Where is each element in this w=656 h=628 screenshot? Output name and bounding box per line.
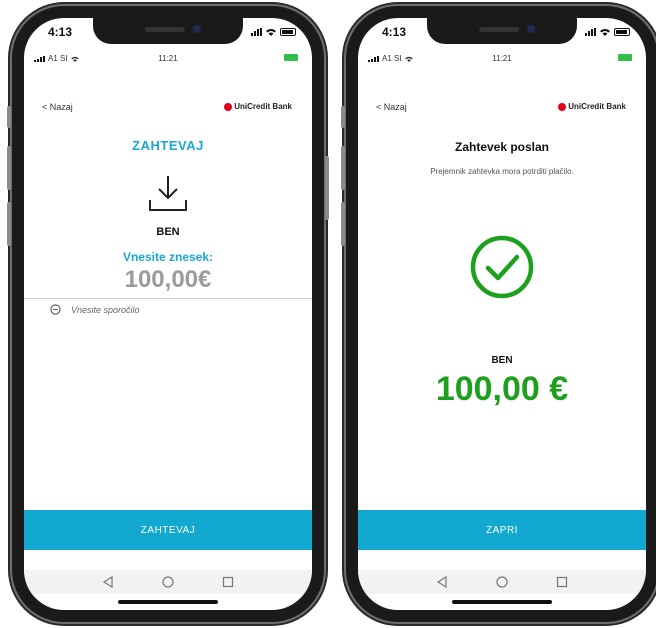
message-icon — [50, 304, 61, 315]
home-indicator[interactable] — [452, 600, 552, 604]
back-triangle-icon[interactable] — [436, 576, 448, 588]
volume-down-button — [341, 202, 345, 246]
recents-square-icon[interactable] — [556, 576, 568, 588]
app-header: < Nazaj UniCredit Bank — [358, 102, 646, 116]
volume-up-button — [7, 146, 11, 190]
notch — [93, 18, 243, 44]
download-icon — [149, 176, 187, 211]
signal-icon — [251, 28, 262, 36]
battery-charging-icon — [618, 54, 632, 61]
android-nav-bar — [24, 570, 312, 594]
home-indicator[interactable] — [118, 600, 218, 604]
check-circle-icon — [470, 235, 534, 299]
amount-input[interactable]: 100,00€ — [24, 266, 312, 294]
recipient-name: BEN — [491, 355, 513, 366]
device-status-icons — [251, 28, 296, 36]
app-status-bar: A1 SI 11:21 — [24, 52, 312, 66]
app-header: < Nazaj UniCredit Bank — [24, 102, 312, 116]
volume-up-button — [341, 146, 345, 190]
power-button — [325, 156, 329, 220]
message-input[interactable] — [71, 304, 271, 315]
wifi-icon — [600, 29, 610, 36]
home-circle-icon[interactable] — [496, 576, 508, 588]
device-status-icons — [585, 28, 630, 36]
back-triangle-icon[interactable] — [102, 576, 114, 588]
bank-name: UniCredit Bank — [568, 102, 626, 111]
camera-icon — [527, 25, 535, 33]
bank-logo: UniCredit Bank — [558, 102, 626, 111]
mute-switch — [7, 106, 11, 128]
notch — [427, 18, 577, 44]
recents-square-icon[interactable] — [222, 576, 234, 588]
wifi-icon — [266, 29, 276, 36]
page-title: ZAHTEVAJ — [132, 138, 204, 153]
page-title: Zahtevek poslan — [454, 140, 550, 154]
bank-name: UniCredit Bank — [234, 102, 292, 111]
back-link[interactable]: < Nazaj — [376, 102, 407, 112]
android-nav-bar — [358, 570, 646, 594]
unicredit-logo-icon — [224, 102, 233, 111]
request-button[interactable]: ZAHTEVAJ — [24, 510, 312, 550]
phone-confirmation: 4:13 A1 SI 11:21 < Nazaj UniCredit Bank — [341, 6, 656, 622]
battery-icon — [614, 28, 630, 36]
phone-request: 4:13 A1 SI 11:21 < Nazaj UniCredit Bank — [7, 6, 329, 622]
page-subtitle: Prejemnik zahtevka mora potrditi plačilo… — [430, 167, 574, 176]
amount-value: 100,00 € — [435, 370, 569, 408]
app-time: 11:21 — [158, 54, 178, 63]
back-link[interactable]: < Nazaj — [42, 102, 73, 112]
volume-down-button — [7, 202, 11, 246]
close-button[interactable]: ZAPRI — [358, 510, 646, 550]
screen-confirmation: 4:13 A1 SI 11:21 < Nazaj UniCredit Bank — [358, 18, 646, 610]
app-status-bar: A1 SI 11:21 — [358, 52, 646, 66]
mute-switch — [341, 106, 345, 128]
unicredit-logo-icon — [558, 102, 567, 111]
divider — [24, 298, 312, 299]
camera-icon — [193, 25, 201, 33]
device-time: 4:13 — [382, 25, 407, 39]
recipient-name: BEN — [156, 226, 180, 238]
battery-charging-icon — [284, 54, 298, 61]
device-time: 4:13 — [48, 25, 73, 39]
amount-label: Vnesite znesek: — [122, 250, 214, 264]
bank-logo: UniCredit Bank — [224, 102, 292, 111]
battery-icon — [280, 28, 296, 36]
app-time: 11:21 — [492, 54, 512, 63]
screen-request: 4:13 A1 SI 11:21 < Nazaj UniCredit Bank — [24, 18, 312, 610]
message-field — [50, 304, 300, 315]
home-circle-icon[interactable] — [162, 576, 174, 588]
signal-icon — [585, 28, 596, 36]
